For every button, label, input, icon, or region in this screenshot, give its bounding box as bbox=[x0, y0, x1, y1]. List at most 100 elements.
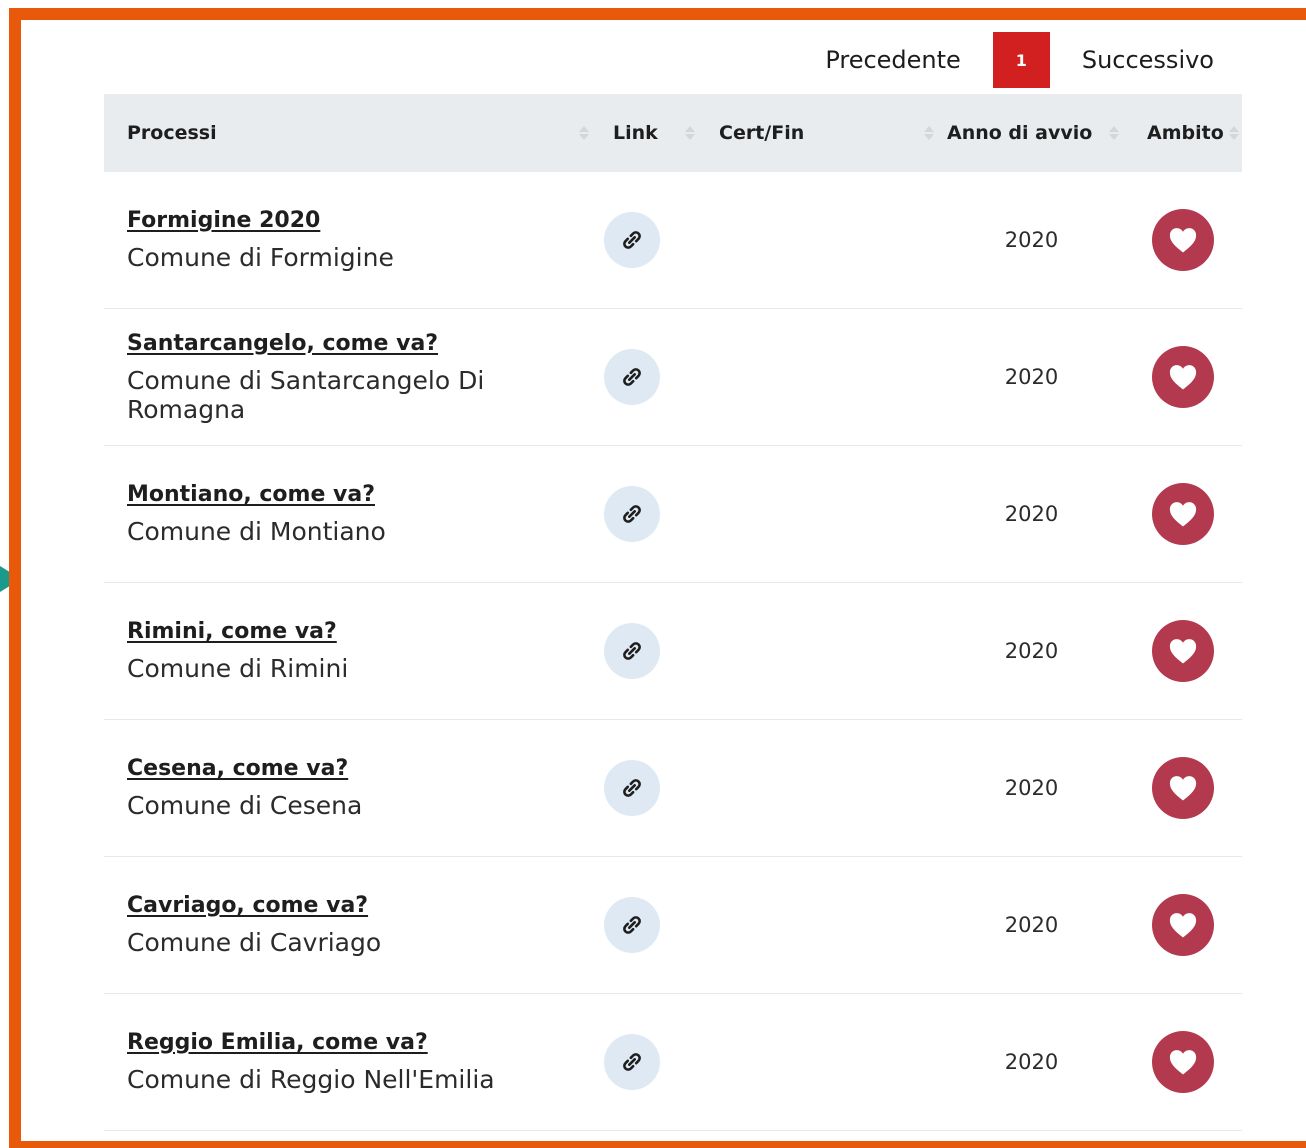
ambito-badge bbox=[1152, 757, 1214, 819]
cert-fin-cell bbox=[700, 856, 939, 994]
link-icon bbox=[623, 505, 641, 523]
process-cell: Rimini, come va? Comune di Rimini bbox=[104, 582, 594, 720]
start-year: 2020 bbox=[1004, 913, 1059, 937]
heart-icon bbox=[1169, 228, 1197, 253]
process-entity: Comune di Formigine bbox=[127, 243, 394, 272]
cert-fin-cell bbox=[700, 719, 939, 857]
link-cell bbox=[594, 445, 700, 583]
ambito-cell bbox=[1124, 172, 1242, 309]
column-header-ambito[interactable]: Ambito bbox=[1124, 94, 1242, 172]
link-button[interactable] bbox=[604, 897, 660, 953]
process-title-link[interactable]: Cavriago, come va? bbox=[127, 893, 594, 918]
heart-icon bbox=[1169, 502, 1197, 527]
ambito-badge bbox=[1152, 483, 1214, 545]
ambito-cell bbox=[1124, 993, 1242, 1131]
column-header-processi[interactable]: Processi bbox=[104, 94, 594, 172]
link-icon bbox=[623, 916, 641, 934]
start-year: 2020 bbox=[1004, 1050, 1059, 1074]
table-row: Cavriago, come va? Comune di Cavriago 20… bbox=[104, 856, 1242, 994]
sort-icon bbox=[923, 126, 935, 140]
link-icon bbox=[623, 368, 641, 386]
year-cell: 2020 bbox=[939, 993, 1124, 1131]
table-row: Santarcangelo, come va? Comune di Santar… bbox=[104, 308, 1242, 446]
process-entity: Comune di Cavriago bbox=[127, 928, 382, 957]
year-cell: 2020 bbox=[939, 719, 1124, 857]
pagination: Precedente 1 Successivo bbox=[825, 31, 1214, 89]
current-page-button[interactable]: 1 bbox=[992, 32, 1050, 88]
process-title-link[interactable]: Montiano, come va? bbox=[127, 482, 594, 507]
heart-icon bbox=[1169, 365, 1197, 390]
link-icon bbox=[623, 642, 641, 660]
column-label: Anno di avvio bbox=[947, 122, 1093, 144]
sort-icon bbox=[578, 126, 590, 140]
ambito-cell bbox=[1124, 445, 1242, 583]
link-cell bbox=[594, 856, 700, 994]
previous-page-link[interactable]: Precedente bbox=[825, 46, 961, 74]
link-icon bbox=[623, 1053, 641, 1071]
table-row: Cesena, come va? Comune di Cesena 2020 bbox=[104, 719, 1242, 857]
sort-icon bbox=[1228, 126, 1240, 140]
process-cell: Cavriago, come va? Comune di Cavriago bbox=[104, 856, 594, 994]
link-button[interactable] bbox=[604, 760, 660, 816]
link-button[interactable] bbox=[604, 623, 660, 679]
ambito-badge bbox=[1152, 1031, 1214, 1093]
ambito-cell bbox=[1124, 582, 1242, 720]
start-year: 2020 bbox=[1004, 365, 1059, 389]
sort-icon bbox=[1108, 126, 1120, 140]
process-title-link[interactable]: Cesena, come va? bbox=[127, 756, 594, 781]
process-cell: Montiano, come va? Comune di Montiano bbox=[104, 445, 594, 583]
table-row: Reggio Emilia, come va? Comune di Reggio… bbox=[104, 993, 1242, 1131]
ambito-cell bbox=[1124, 856, 1242, 994]
link-cell bbox=[594, 308, 700, 446]
process-entity: Comune di Rimini bbox=[127, 654, 349, 683]
start-year: 2020 bbox=[1004, 639, 1059, 663]
cert-fin-cell bbox=[700, 308, 939, 446]
process-title-link[interactable]: Santarcangelo, come va? bbox=[127, 331, 594, 356]
table-row: Montiano, come va? Comune di Montiano 20… bbox=[104, 445, 1242, 583]
table-row: Rimini, come va? Comune di Rimini 2020 bbox=[104, 582, 1242, 720]
ambito-cell bbox=[1124, 719, 1242, 857]
link-button[interactable] bbox=[604, 486, 660, 542]
column-header-cert-fin[interactable]: Cert/Fin bbox=[700, 94, 939, 172]
column-label: Processi bbox=[127, 122, 217, 144]
process-cell: Formigine 2020 Comune di Formigine bbox=[104, 172, 594, 309]
column-header-anno-di-avvio[interactable]: Anno di avvio bbox=[939, 94, 1124, 172]
year-cell: 2020 bbox=[939, 445, 1124, 583]
column-header-link[interactable]: Link bbox=[594, 94, 700, 172]
heart-icon bbox=[1169, 1050, 1197, 1075]
year-cell: 2020 bbox=[939, 308, 1124, 446]
process-cell: Santarcangelo, come va? Comune di Santar… bbox=[104, 308, 594, 446]
process-title-link[interactable]: Reggio Emilia, come va? bbox=[127, 1030, 594, 1055]
next-page-link[interactable]: Successivo bbox=[1082, 46, 1214, 74]
link-cell bbox=[594, 172, 700, 309]
ambito-badge bbox=[1152, 209, 1214, 271]
heart-icon bbox=[1169, 639, 1197, 664]
ambito-cell bbox=[1124, 308, 1242, 446]
sort-icon bbox=[684, 126, 696, 140]
table-row: Formigine 2020 Comune di Formigine 2020 bbox=[104, 172, 1242, 309]
ambito-badge bbox=[1152, 620, 1214, 682]
process-entity: Comune di Santarcangelo Di Romagna bbox=[127, 365, 485, 424]
start-year: 2020 bbox=[1004, 228, 1059, 252]
processes-table: Processi Link Cert/Fin Anno di avvio Amb… bbox=[104, 94, 1242, 1131]
ambito-badge bbox=[1152, 346, 1214, 408]
link-button[interactable] bbox=[604, 212, 660, 268]
start-year: 2020 bbox=[1004, 776, 1059, 800]
year-cell: 2020 bbox=[939, 856, 1124, 994]
process-title-link[interactable]: Formigine 2020 bbox=[127, 208, 594, 233]
column-label: Link bbox=[613, 122, 658, 144]
process-entity: Comune di Cesena bbox=[127, 791, 363, 820]
link-button[interactable] bbox=[604, 349, 660, 405]
link-icon bbox=[623, 231, 641, 249]
process-entity: Comune di Reggio Nell'Emilia bbox=[127, 1065, 495, 1094]
year-cell: 2020 bbox=[939, 172, 1124, 309]
link-button[interactable] bbox=[604, 1034, 660, 1090]
process-cell: Reggio Emilia, come va? Comune di Reggio… bbox=[104, 993, 594, 1131]
column-label: Cert/Fin bbox=[719, 122, 805, 144]
cert-fin-cell bbox=[700, 445, 939, 583]
year-cell: 2020 bbox=[939, 582, 1124, 720]
process-title-link[interactable]: Rimini, come va? bbox=[127, 619, 594, 644]
link-cell bbox=[594, 719, 700, 857]
process-entity: Comune di Montiano bbox=[127, 517, 386, 546]
heart-icon bbox=[1169, 776, 1197, 801]
